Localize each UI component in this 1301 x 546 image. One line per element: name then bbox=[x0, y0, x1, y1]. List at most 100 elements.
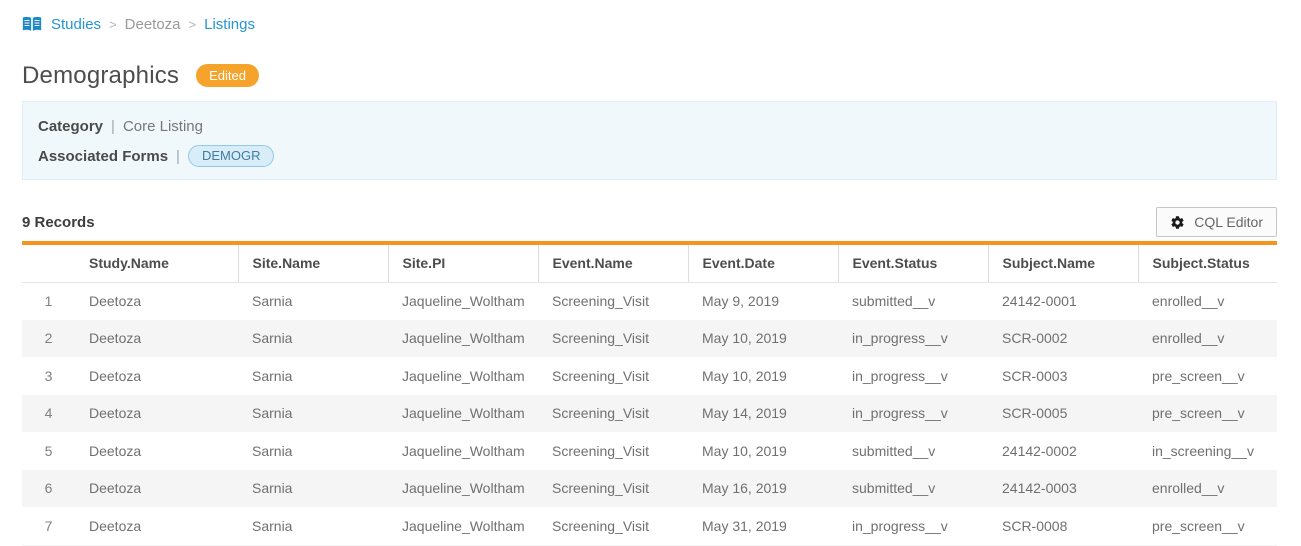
category-value: Core Listing bbox=[123, 118, 203, 135]
table-cell: Sarnia bbox=[238, 395, 388, 433]
row-number: 6 bbox=[22, 470, 75, 508]
table-cell: in_progress__v bbox=[838, 320, 988, 358]
records-table-container: Study.NameSite.NameSite.PIEvent.NameEven… bbox=[22, 241, 1277, 546]
table-cell: Deetoza bbox=[75, 282, 238, 320]
table-row[interactable]: 2DeetozaSarniaJaqueline_WolthamScreening… bbox=[22, 320, 1277, 358]
table-row[interactable]: 6DeetozaSarniaJaqueline_WolthamScreening… bbox=[22, 470, 1277, 508]
table-cell: submitted__v bbox=[838, 282, 988, 320]
table-cell: Deetoza bbox=[75, 507, 238, 545]
table-cell: Deetoza bbox=[75, 395, 238, 433]
table-cell: Deetoza bbox=[75, 432, 238, 470]
column-header-site-pi[interactable]: Site.PI bbox=[388, 245, 538, 282]
breadcrumb-link-studies[interactable]: Studies bbox=[51, 16, 101, 33]
table-cell: in_screening__v bbox=[1138, 432, 1277, 470]
table-cell: Screening_Visit bbox=[538, 470, 688, 508]
table-cell: Screening_Visit bbox=[538, 432, 688, 470]
cql-editor-button[interactable]: CQL Editor bbox=[1156, 207, 1277, 237]
table-row[interactable]: 7DeetozaSarniaJaqueline_WolthamScreening… bbox=[22, 507, 1277, 545]
table-cell: pre_screen__v bbox=[1138, 395, 1277, 433]
table-cell: 24142-0001 bbox=[988, 282, 1138, 320]
table-cell: Jaqueline_Woltham bbox=[388, 282, 538, 320]
row-number: 4 bbox=[22, 395, 75, 433]
cql-editor-label: CQL Editor bbox=[1194, 214, 1263, 230]
table-header-row: Study.NameSite.NameSite.PIEvent.NameEven… bbox=[22, 245, 1277, 282]
page-title: Demographics bbox=[22, 62, 179, 90]
status-badge: Edited bbox=[196, 64, 259, 88]
associated-forms-line: Associated Forms | DEMOGR bbox=[38, 145, 1261, 167]
table-cell: Screening_Visit bbox=[538, 507, 688, 545]
table-cell: Screening_Visit bbox=[538, 282, 688, 320]
column-header-event-status[interactable]: Event.Status bbox=[838, 245, 988, 282]
row-number: 1 bbox=[22, 282, 75, 320]
records-table: Study.NameSite.NameSite.PIEvent.NameEven… bbox=[22, 245, 1277, 546]
form-tag: DEMOGR bbox=[188, 145, 275, 167]
table-cell: Deetoza bbox=[75, 320, 238, 358]
category-line: Category | Core Listing bbox=[38, 115, 1261, 137]
table-cell: Deetoza bbox=[75, 470, 238, 508]
record-count: 9 Records bbox=[22, 214, 95, 231]
table-cell: 24142-0002 bbox=[988, 432, 1138, 470]
table-cell: submitted__v bbox=[838, 470, 988, 508]
table-cell: Sarnia bbox=[238, 320, 388, 358]
row-number: 2 bbox=[22, 320, 75, 358]
category-label: Category bbox=[38, 118, 103, 135]
table-cell: May 14, 2019 bbox=[688, 395, 838, 433]
table-cell: Jaqueline_Woltham bbox=[388, 507, 538, 545]
table-cell: Sarnia bbox=[238, 357, 388, 395]
column-header-subject-name[interactable]: Subject.Name bbox=[988, 245, 1138, 282]
table-cell: May 10, 2019 bbox=[688, 320, 838, 358]
table-cell: in_progress__v bbox=[838, 507, 988, 545]
table-cell: May 10, 2019 bbox=[688, 357, 838, 395]
table-cell: Screening_Visit bbox=[538, 357, 688, 395]
table-row[interactable]: 3DeetozaSarniaJaqueline_WolthamScreening… bbox=[22, 357, 1277, 395]
table-cell: in_progress__v bbox=[838, 357, 988, 395]
title-row: Demographics Edited bbox=[22, 61, 1277, 90]
column-header-subject-status[interactable]: Subject.Status bbox=[1138, 245, 1277, 282]
column-header-event-date[interactable]: Event.Date bbox=[688, 245, 838, 282]
book-icon[interactable] bbox=[22, 16, 42, 33]
column-header-site-name[interactable]: Site.Name bbox=[238, 245, 388, 282]
column-header-study-name[interactable]: Study.Name bbox=[75, 245, 238, 282]
gear-icon bbox=[1170, 215, 1185, 230]
table-cell: Sarnia bbox=[238, 507, 388, 545]
table-cell: Screening_Visit bbox=[538, 395, 688, 433]
table-cell: May 31, 2019 bbox=[688, 507, 838, 545]
table-cell: Jaqueline_Woltham bbox=[388, 395, 538, 433]
table-cell: 24142-0003 bbox=[988, 470, 1138, 508]
table-cell: Jaqueline_Woltham bbox=[388, 357, 538, 395]
row-number-column-header bbox=[22, 245, 75, 282]
listing-page: Studies > Deetoza > Listings Demographic… bbox=[0, 0, 1301, 546]
table-cell: enrolled__v bbox=[1138, 282, 1277, 320]
row-number: 3 bbox=[22, 357, 75, 395]
table-cell: Sarnia bbox=[238, 470, 388, 508]
table-row[interactable]: 5DeetozaSarniaJaqueline_WolthamScreening… bbox=[22, 432, 1277, 470]
table-cell: submitted__v bbox=[838, 432, 988, 470]
table-cell: Jaqueline_Woltham bbox=[388, 320, 538, 358]
breadcrumb-separator: > bbox=[108, 17, 118, 32]
table-cell: pre_screen__v bbox=[1138, 357, 1277, 395]
table-row[interactable]: 1DeetozaSarniaJaqueline_WolthamScreening… bbox=[22, 282, 1277, 320]
table-cell: Jaqueline_Woltham bbox=[388, 470, 538, 508]
table-cell: Deetoza bbox=[75, 357, 238, 395]
breadcrumb-separator: > bbox=[188, 17, 198, 32]
table-cell: May 9, 2019 bbox=[688, 282, 838, 320]
table-row[interactable]: 4DeetozaSarniaJaqueline_WolthamScreening… bbox=[22, 395, 1277, 433]
table-cell: SCR-0003 bbox=[988, 357, 1138, 395]
column-header-event-name[interactable]: Event.Name bbox=[538, 245, 688, 282]
listing-details-panel: Category | Core Listing Associated Forms… bbox=[22, 101, 1277, 180]
breadcrumb-link-listings[interactable]: Listings bbox=[204, 16, 255, 33]
divider: | bbox=[111, 118, 115, 135]
table-cell: SCR-0002 bbox=[988, 320, 1138, 358]
row-number: 7 bbox=[22, 507, 75, 545]
table-cell: SCR-0005 bbox=[988, 395, 1138, 433]
table-cell: Sarnia bbox=[238, 282, 388, 320]
table-cell: Sarnia bbox=[238, 432, 388, 470]
records-toolbar: 9 Records CQL Editor bbox=[22, 207, 1277, 237]
associated-forms-label: Associated Forms bbox=[38, 148, 168, 165]
breadcrumb: Studies > Deetoza > Listings bbox=[22, 0, 1277, 35]
table-cell: SCR-0008 bbox=[988, 507, 1138, 545]
breadcrumb-item-current: Deetoza bbox=[125, 16, 181, 33]
table-cell: enrolled__v bbox=[1138, 470, 1277, 508]
table-cell: enrolled__v bbox=[1138, 320, 1277, 358]
table-cell: May 16, 2019 bbox=[688, 470, 838, 508]
